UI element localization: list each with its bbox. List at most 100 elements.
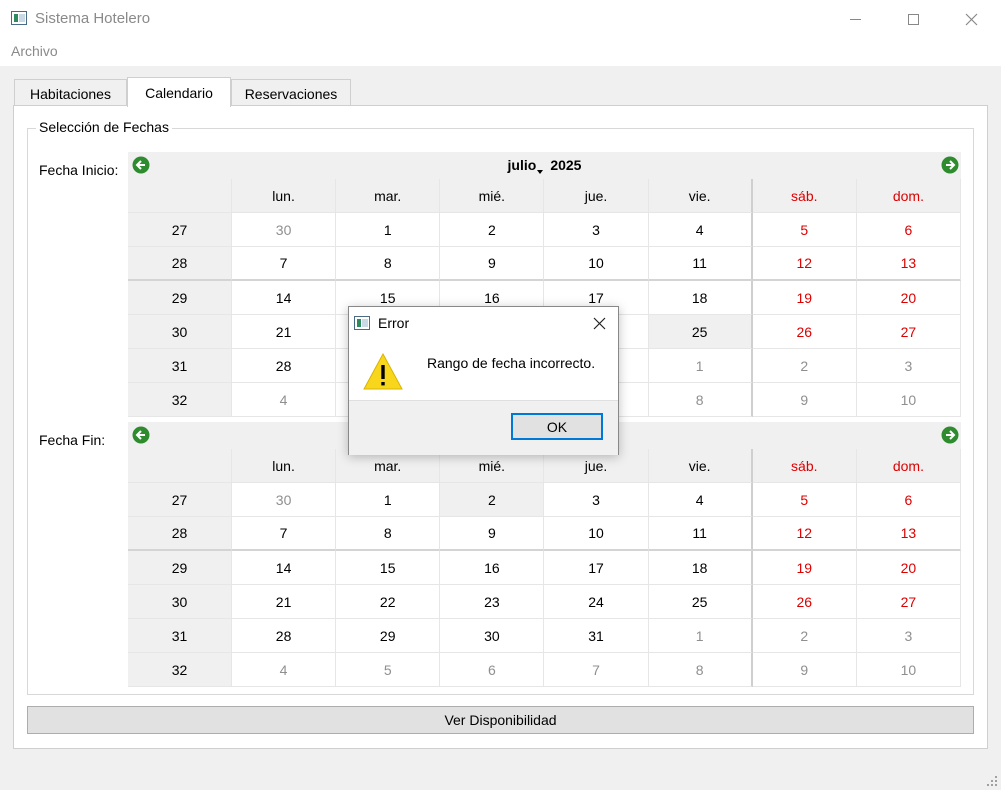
day-cell[interactable]: 4 [232, 653, 337, 687]
close-button[interactable] [942, 0, 1000, 38]
day-cell[interactable]: 1 [648, 349, 753, 383]
day-cell[interactable]: 30 [440, 619, 545, 653]
day-cell[interactable]: 17 [544, 551, 649, 585]
day-cell[interactable]: 3 [856, 349, 961, 383]
next-month-icon[interactable] [941, 426, 959, 444]
day-cell[interactable]: 19 [752, 551, 857, 585]
day-cell[interactable]: 7 [232, 247, 337, 281]
day-cell[interactable]: 8 [336, 517, 441, 551]
day-cell[interactable]: 3 [856, 619, 961, 653]
day-cell[interactable]: 29 [336, 619, 441, 653]
close-icon [593, 317, 605, 329]
day-cell[interactable]: 28 [232, 619, 337, 653]
day-cell[interactable]: 10 [856, 653, 961, 687]
day-cell[interactable]: 2 [440, 483, 545, 517]
day-cell[interactable]: 4 [232, 383, 337, 417]
day-cell[interactable]: 20 [856, 551, 961, 585]
day-cell[interactable]: 14 [232, 281, 337, 315]
day-cell[interactable]: 1 [336, 483, 441, 517]
day-cell[interactable]: 26 [752, 315, 857, 349]
next-month-icon[interactable] [941, 156, 959, 174]
maximize-button[interactable] [884, 0, 942, 38]
day-cell[interactable]: 5 [336, 653, 441, 687]
end-date-calendar[interactable]: lun. mar. mié. jue. vie. sáb. dom. 27 30 1 2 3 4 5 6 28… [128, 422, 961, 687]
day-cell[interactable]: 31 [544, 619, 649, 653]
day-cell[interactable]: 23 [440, 585, 545, 619]
day-cell[interactable]: 9 [752, 653, 857, 687]
day-cell[interactable]: 9 [440, 247, 545, 281]
day-cell[interactable]: 14 [232, 551, 337, 585]
weekday-header: sáb. [752, 179, 857, 213]
weekday-header: vie. [648, 179, 753, 213]
day-cell[interactable]: 3 [544, 483, 649, 517]
day-cell[interactable]: 1 [336, 213, 441, 247]
day-cell[interactable]: 2 [752, 619, 857, 653]
day-cell[interactable]: 18 [648, 281, 753, 315]
day-cell[interactable]: 12 [752, 247, 857, 281]
day-cell[interactable]: 2 [752, 349, 857, 383]
check-availability-button[interactable]: Ver Disponibilidad [27, 706, 974, 734]
day-cell[interactable]: 3 [544, 213, 649, 247]
day-cell[interactable]: 27 [856, 585, 961, 619]
day-cell[interactable]: 6 [440, 653, 545, 687]
day-cell[interactable]: 30 [232, 213, 337, 247]
day-cell[interactable]: 10 [544, 517, 649, 551]
day-cell[interactable]: 28 [232, 349, 337, 383]
menu-archivo[interactable]: Archivo [11, 43, 58, 59]
day-cell[interactable]: 5 [752, 483, 857, 517]
day-cell[interactable]: 12 [752, 517, 857, 551]
dialog-footer: OK [349, 400, 618, 455]
week-number: 30 [128, 315, 232, 349]
day-cell[interactable]: 25 [648, 585, 753, 619]
day-cell[interactable]: 26 [752, 585, 857, 619]
day-cell[interactable]: 16 [440, 551, 545, 585]
day-cell[interactable]: 4 [648, 213, 753, 247]
week-number-header [128, 179, 232, 213]
day-cell[interactable]: 9 [752, 383, 857, 417]
ok-button[interactable]: OK [511, 413, 603, 440]
tab-habitaciones[interactable]: Habitaciones [14, 79, 127, 107]
month-year-title[interactable]: julio 2025 [128, 157, 961, 173]
day-cell[interactable]: 7 [232, 517, 337, 551]
tab-reservaciones[interactable]: Reservaciones [231, 79, 351, 107]
day-cell[interactable]: 24 [544, 585, 649, 619]
day-cell[interactable]: 13 [856, 517, 961, 551]
prev-month-icon[interactable] [132, 426, 150, 444]
day-cell[interactable]: 8 [336, 247, 441, 281]
weekday-header: mié. [440, 179, 545, 213]
day-cell[interactable]: 11 [648, 517, 753, 551]
day-cell[interactable]: 2 [440, 213, 545, 247]
day-cell[interactable]: 10 [544, 247, 649, 281]
year-selector[interactable]: 2025 [550, 157, 581, 173]
minimize-button[interactable] [826, 0, 884, 38]
day-cell[interactable]: 22 [336, 585, 441, 619]
day-cell[interactable]: 11 [648, 247, 753, 281]
day-cell[interactable]: 9 [440, 517, 545, 551]
day-cell[interactable]: 8 [648, 653, 753, 687]
day-cell[interactable]: 5 [752, 213, 857, 247]
day-cell[interactable]: 25 [648, 315, 753, 349]
maximize-icon [907, 13, 919, 25]
dialog-close-button[interactable] [585, 311, 613, 335]
day-cell[interactable]: 10 [856, 383, 961, 417]
day-cell[interactable]: 19 [752, 281, 857, 315]
end-calendar-grid: lun. mar. mié. jue. vie. sáb. dom. 27 30 1 2 3 4 5 6 28… [128, 449, 961, 687]
tab-calendario[interactable]: Calendario [127, 77, 231, 107]
day-cell[interactable]: 21 [232, 315, 337, 349]
day-cell[interactable]: 8 [648, 383, 753, 417]
resize-grip-icon[interactable] [986, 775, 998, 787]
day-cell[interactable]: 1 [648, 619, 753, 653]
day-cell[interactable]: 6 [856, 483, 961, 517]
day-cell[interactable]: 21 [232, 585, 337, 619]
day-cell[interactable]: 13 [856, 247, 961, 281]
day-cell[interactable]: 30 [232, 483, 337, 517]
day-cell[interactable]: 27 [856, 315, 961, 349]
day-cell[interactable]: 18 [648, 551, 753, 585]
day-cell[interactable]: 20 [856, 281, 961, 315]
day-cell[interactable]: 4 [648, 483, 753, 517]
month-selector[interactable]: julio [508, 157, 537, 173]
day-cell[interactable]: 6 [856, 213, 961, 247]
day-cell[interactable]: 15 [336, 551, 441, 585]
day-cell[interactable]: 7 [544, 653, 649, 687]
app-icon [11, 11, 27, 25]
